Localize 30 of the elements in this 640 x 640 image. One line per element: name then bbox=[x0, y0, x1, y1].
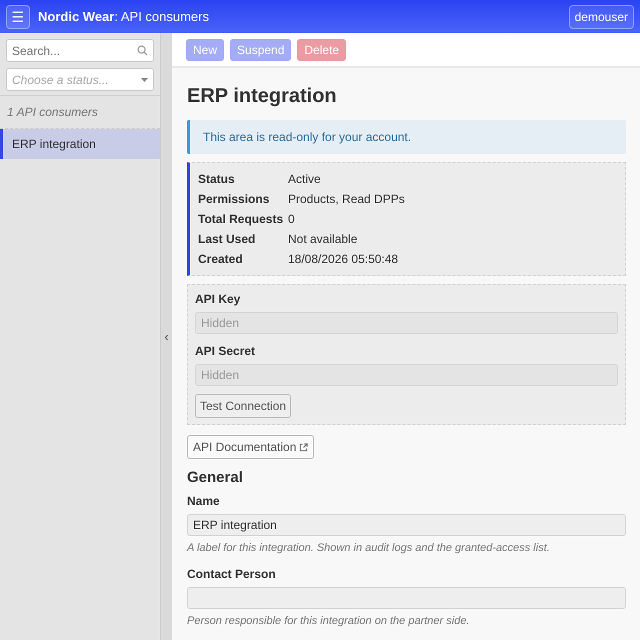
search-field[interactable]: Search... bbox=[6, 39, 154, 62]
detail-value: 0 bbox=[288, 211, 296, 228]
detail-value: Active bbox=[288, 171, 322, 188]
field-label: API Key bbox=[195, 291, 242, 308]
section-heading: General bbox=[187, 469, 244, 487]
detail-value: Products, Read DPPs bbox=[288, 191, 406, 208]
collapse-handle[interactable]: ‹ bbox=[164, 326, 169, 346]
help-text: Person responsible for this integration on the partner side. bbox=[187, 614, 470, 628]
menu-button[interactable]: ☰ bbox=[6, 4, 30, 28]
field-label: API Secret bbox=[195, 343, 256, 360]
field-label: Name bbox=[187, 493, 221, 510]
info-alert: This area is read-only for your account. bbox=[187, 120, 626, 154]
search-icon bbox=[137, 45, 148, 56]
detail-value: Not available bbox=[288, 231, 358, 248]
detail-value: 18/08/2026 05:50:48 bbox=[288, 251, 400, 268]
external-link-icon bbox=[299, 442, 308, 452]
documentation-link[interactable]: API Documentation bbox=[187, 435, 314, 459]
app-title: Nordic Wear: API consumers bbox=[38, 8, 209, 26]
detail-label: Status bbox=[198, 171, 236, 188]
user-menu-button[interactable]: demouser bbox=[568, 4, 634, 28]
detail-label: Permissions bbox=[198, 191, 270, 208]
detail-label: Created bbox=[198, 251, 244, 268]
sidebar-item[interactable]: ERP integration bbox=[0, 129, 160, 159]
caret-icon bbox=[141, 78, 148, 82]
detail-label: Last Used bbox=[198, 231, 256, 248]
test-connection-button[interactable]: Test Connection bbox=[195, 394, 292, 418]
help-text: A label for this integration. Shown in audit logs and the granted-access list. bbox=[187, 541, 551, 556]
field-label: Contact Person bbox=[187, 566, 277, 582]
detail-label: Total Requests bbox=[198, 211, 284, 228]
page-title: ERP integration bbox=[187, 84, 338, 108]
